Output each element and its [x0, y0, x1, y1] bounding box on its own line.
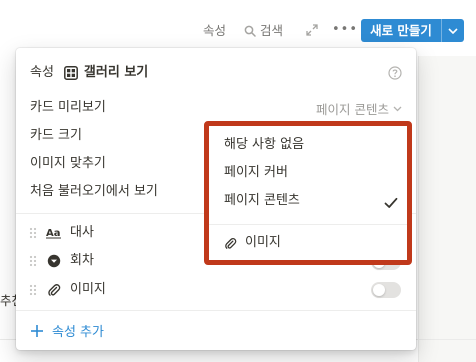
card-preview-setting[interactable]: 카드 미리보기 — [30, 99, 106, 117]
option-page-content[interactable]: 페이지 콘텐츠 — [224, 192, 300, 210]
add-property-button[interactable]: 속성 추가 — [30, 321, 104, 340]
property-visibility-toggle[interactable] — [371, 282, 401, 298]
drag-handle-icon[interactable] — [28, 284, 38, 296]
option-image-property[interactable]: 이미지 — [224, 234, 281, 252]
property-label: 대사 — [70, 225, 94, 240]
panel-divider — [16, 310, 416, 311]
property-row[interactable]: 이미지 — [28, 281, 106, 299]
dropdown-divider — [209, 224, 407, 225]
view-name: 갤러리 보기 — [83, 65, 149, 80]
expand-icon[interactable] — [306, 24, 318, 36]
select-type-icon — [46, 254, 62, 268]
new-button[interactable]: 새로 만들기 — [361, 19, 464, 42]
card-preview-value-label: 페이지 콘텐츠 — [316, 102, 389, 117]
gallery-icon — [63, 66, 78, 80]
help-icon[interactable] — [388, 66, 402, 80]
card-preview-dropdown: 해당 사항 없음 페이지 커버 페이지 콘텐츠 이미지 — [204, 121, 412, 265]
panel-header: 속성 갤러리 보기 — [30, 64, 148, 82]
chevron-down-icon — [393, 106, 402, 111]
property-label: 이미지 — [70, 282, 106, 297]
search-button[interactable]: 검색 — [244, 22, 283, 40]
option-page-cover[interactable]: 페이지 커버 — [224, 164, 288, 182]
attachment-icon — [46, 283, 62, 297]
plus-icon — [31, 324, 43, 337]
chevron-down-icon — [448, 27, 458, 34]
card-size-setting[interactable]: 카드 크기 — [30, 127, 82, 145]
panel-tab-label: 속성 — [30, 65, 54, 80]
load-limit-setting[interactable]: 처음 불러오기에서 보기 — [30, 183, 158, 201]
search-icon — [244, 25, 256, 37]
add-property-label: 속성 추가 — [52, 325, 104, 340]
option-none[interactable]: 해당 사항 없음 — [224, 136, 304, 154]
property-row[interactable]: 회차 — [28, 252, 94, 270]
svg-text:Aa: Aa — [46, 228, 61, 239]
property-label: 회차 — [70, 253, 94, 268]
card-preview-value[interactable]: 페이지 콘텐츠 — [316, 99, 402, 118]
attachment-icon — [225, 237, 237, 249]
background-gallery-card — [418, 56, 476, 362]
option-image-label: 이미지 — [245, 235, 281, 250]
drag-handle-icon[interactable] — [28, 227, 38, 239]
more-options-button[interactable]: ••• — [332, 22, 358, 37]
text-type-icon: Aa — [46, 227, 62, 239]
checkmark-icon — [384, 197, 398, 208]
property-row[interactable]: Aa 대사 — [28, 224, 94, 242]
search-label: 검색 — [260, 23, 284, 38]
new-button-label[interactable]: 새로 만들기 — [361, 19, 441, 42]
fit-image-setting[interactable]: 이미지 맞추기 — [30, 155, 106, 173]
properties-button[interactable]: 속성 — [203, 22, 226, 40]
new-button-dropdown[interactable] — [442, 19, 464, 42]
drag-handle-icon[interactable] — [28, 255, 38, 267]
